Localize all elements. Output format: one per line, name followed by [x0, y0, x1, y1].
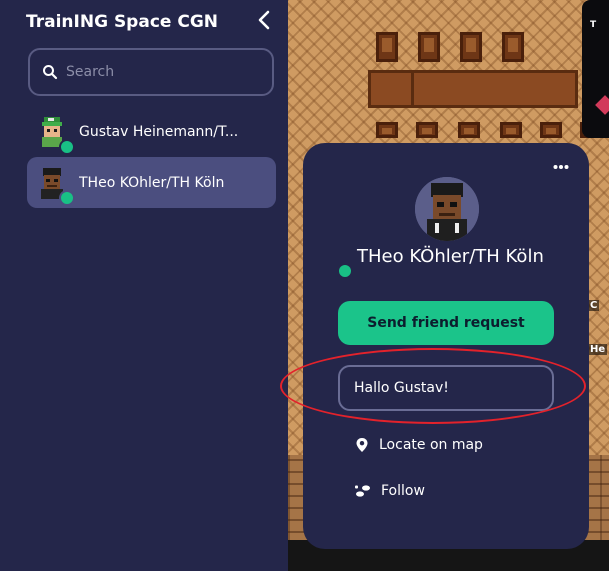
map-chair	[500, 122, 522, 138]
user-list-item-theo[interactable]: THeo KÖhler/TH Köln	[27, 157, 276, 208]
map-chair	[540, 122, 562, 138]
user-name: THeo KÖhler/TH Köln	[79, 174, 225, 191]
map-chair	[458, 122, 480, 138]
map-chair	[502, 32, 524, 62]
locate-on-map-label: Locate on map	[379, 437, 483, 453]
map-player-label: He	[588, 344, 608, 355]
pixel-avatar-icon	[415, 177, 479, 241]
user-name: Gustav Heinemann/T...	[79, 123, 239, 140]
heart-icon	[595, 95, 609, 115]
online-status-dot	[339, 265, 351, 277]
user-list-item-gustav[interactable]: Gustav Heinemann/T...	[27, 106, 276, 157]
follow-label: Follow	[381, 483, 425, 499]
user-profile-popup: THeo KÖhler/TH Köln Send friend request …	[303, 143, 589, 549]
map-overlay-card-label: T	[590, 20, 597, 30]
map-overlay-card[interactable]: T	[582, 0, 609, 138]
more-horizontal-icon	[553, 165, 569, 169]
map-chair	[460, 32, 482, 62]
more-options-button[interactable]	[553, 155, 569, 174]
locate-on-map-button[interactable]: Locate on map	[355, 437, 483, 453]
map-table	[368, 70, 578, 108]
avatar	[35, 166, 75, 206]
map-chair	[376, 32, 398, 62]
sidebar: TrainING Space CGN Gustav Heinemann/	[0, 0, 288, 571]
chevron-left-icon	[258, 10, 270, 30]
profile-avatar	[415, 177, 479, 241]
map-chair	[416, 122, 438, 138]
follow-button[interactable]: Follow	[355, 483, 425, 499]
map-chair	[376, 122, 398, 138]
online-status-dot	[59, 138, 75, 155]
space-title: TrainING Space CGN	[26, 12, 219, 32]
send-friend-request-button[interactable]: Send friend request	[338, 301, 554, 345]
message-input[interactable]	[338, 365, 554, 411]
map-chair	[418, 32, 440, 62]
search-box[interactable]	[28, 48, 274, 96]
footsteps-icon	[355, 485, 370, 497]
profile-name: THeo KÖhler/TH Köln	[357, 246, 544, 267]
search-icon	[43, 65, 58, 80]
online-status-dot	[59, 189, 75, 206]
collapse-sidebar-button[interactable]	[254, 10, 274, 35]
avatar	[35, 115, 75, 155]
map-player-label: C	[588, 300, 600, 311]
search-input[interactable]	[66, 64, 246, 80]
map-pin-icon	[356, 438, 368, 452]
